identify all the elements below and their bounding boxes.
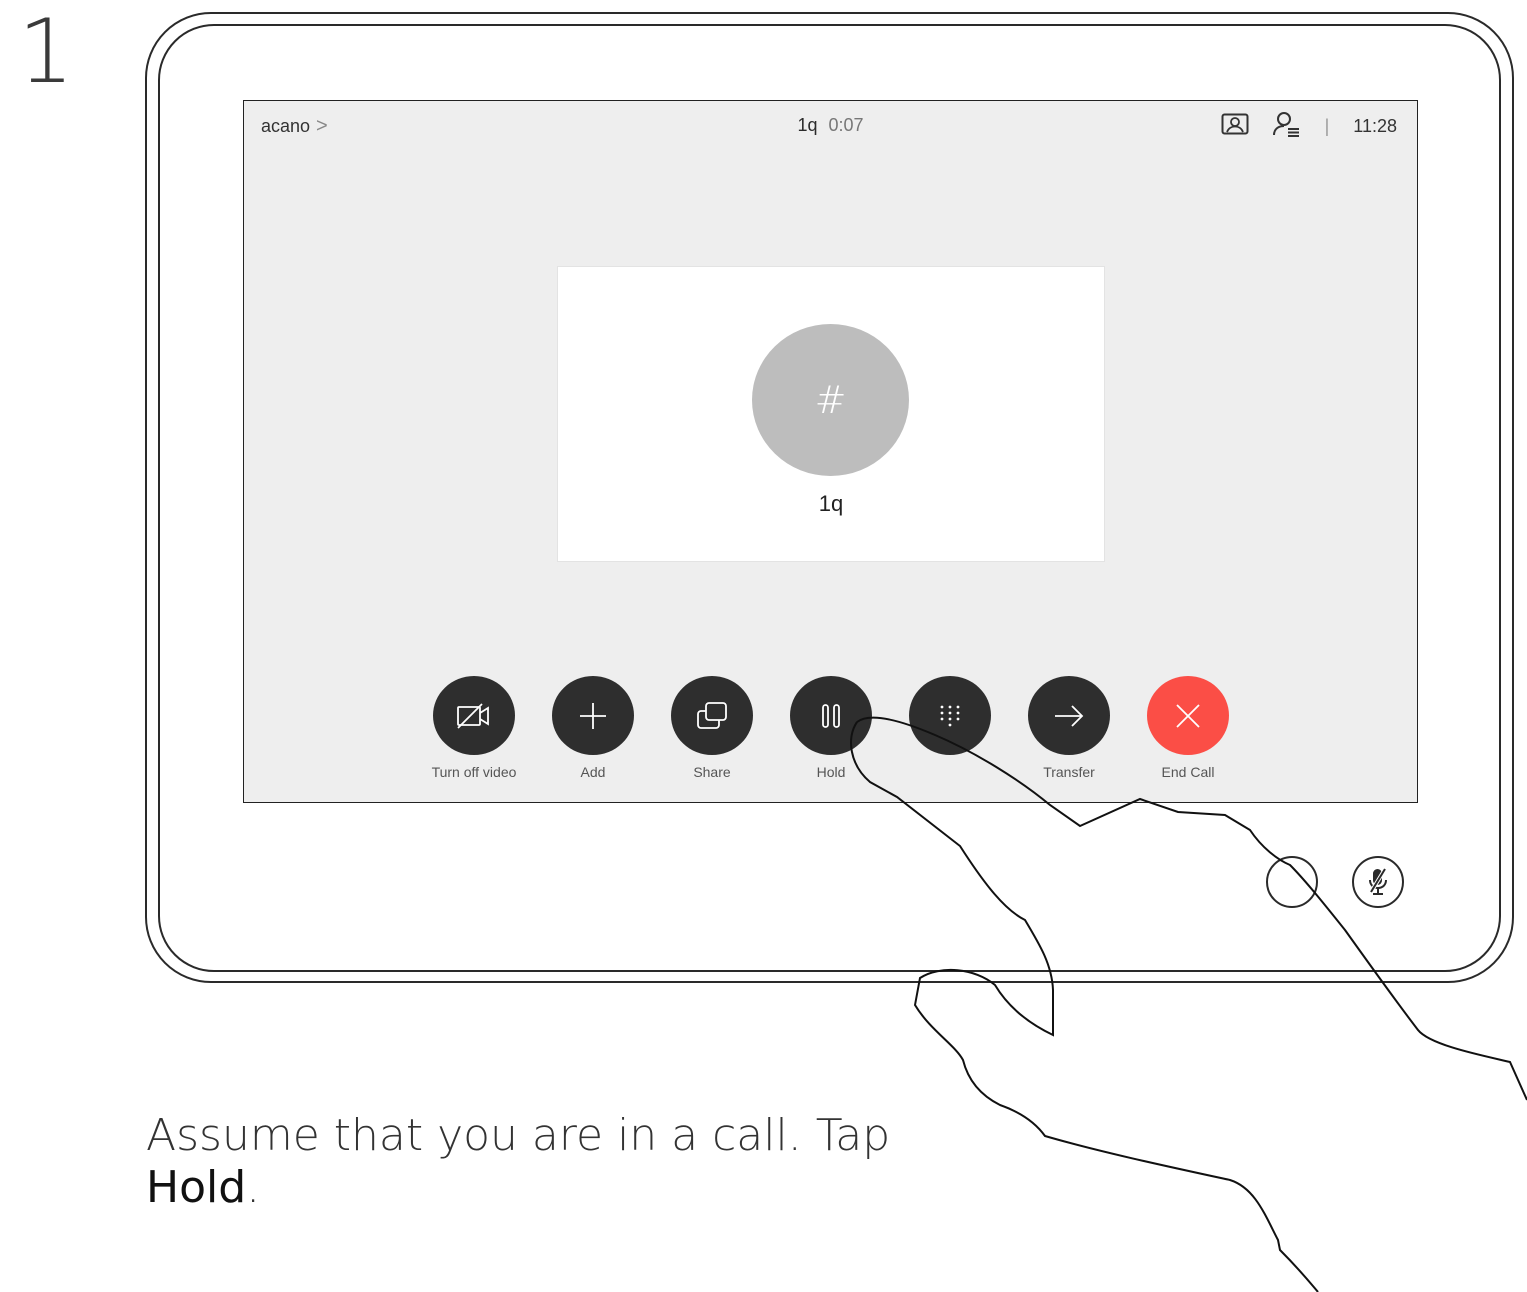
- share-screen-icon: [671, 676, 753, 755]
- turn-off-video-button[interactable]: Turn off video: [414, 676, 534, 780]
- hold-button[interactable]: Hold: [771, 676, 891, 780]
- caller-name: 1q: [818, 491, 844, 516]
- microphone-muted-icon[interactable]: [1352, 856, 1404, 908]
- close-icon: [1147, 676, 1229, 755]
- separator: |: [1324, 116, 1330, 136]
- caption-line-1: Assume that you are in a call. Tap: [146, 1110, 891, 1161]
- transfer-button[interactable]: Transfer: [1009, 676, 1129, 780]
- camera-off-icon: [433, 676, 515, 755]
- keypad-icon: [909, 676, 991, 755]
- hold-label: Hold: [816, 764, 846, 780]
- share-label: Share: [693, 764, 731, 780]
- pause-icon: [790, 676, 872, 755]
- add-label: Add: [580, 764, 606, 780]
- status-area: | 11:28: [1221, 111, 1397, 142]
- step-number: 1: [18, 0, 74, 103]
- caption-line-2: Hold.: [146, 1162, 890, 1214]
- call-controls: Turn off video Add Share Hold Transfer E…: [414, 676, 1234, 786]
- call-duration: 0:07: [828, 115, 864, 135]
- call-name: 1q: [797, 115, 818, 135]
- end-call-button[interactable]: End Call: [1128, 676, 1248, 780]
- participants-icon[interactable]: [1272, 111, 1301, 142]
- share-button[interactable]: Share: [652, 676, 772, 780]
- add-button[interactable]: Add: [533, 676, 653, 780]
- bezel-button-left[interactable]: [1266, 856, 1318, 908]
- call-card: # 1q: [557, 266, 1105, 562]
- plus-icon: [552, 676, 634, 755]
- turn-off-video-label: Turn off video: [431, 764, 517, 780]
- caption-bold: Hold: [146, 1162, 247, 1213]
- clock: 11:28: [1353, 116, 1397, 136]
- caption-end: .: [246, 1162, 261, 1213]
- self-view-icon[interactable]: [1221, 113, 1249, 140]
- keypad-button[interactable]: [890, 676, 1010, 764]
- touch-screen: acano > 1q 0:07 | 11:28 # 1q Turn off vi…: [243, 100, 1418, 803]
- transfer-label: Transfer: [1043, 764, 1095, 780]
- avatar: #: [752, 324, 909, 476]
- end-call-label: End Call: [1161, 764, 1215, 780]
- arrow-right-icon: [1028, 676, 1110, 755]
- instruction-caption: Assume that you are in a call. Tap Hold.: [146, 1110, 890, 1214]
